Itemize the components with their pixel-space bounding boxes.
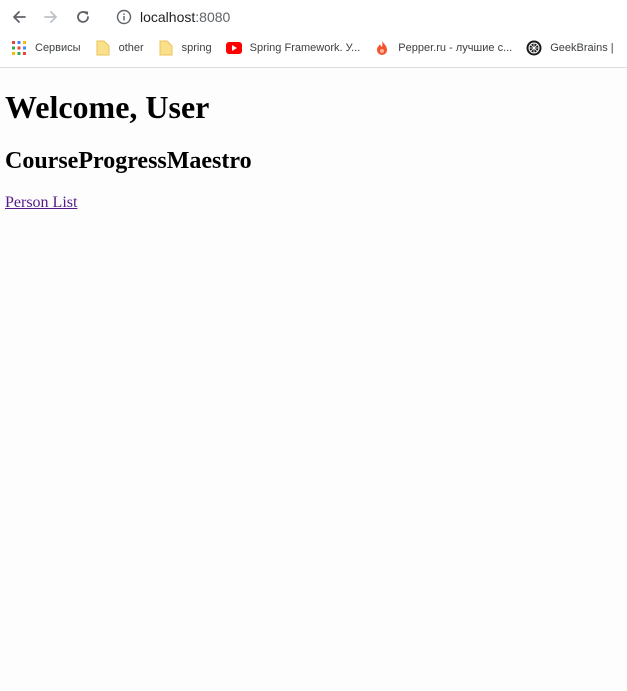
bookmark-label: spring xyxy=(181,42,212,54)
app-name-heading: CourseProgressMaestro xyxy=(5,148,252,174)
bookmark-pepper[interactable]: Pepper.ru - лучшие с... xyxy=(374,36,518,60)
reload-button[interactable] xyxy=(70,4,96,30)
arrow-left-icon xyxy=(13,11,26,23)
forward-button[interactable] xyxy=(38,4,64,30)
apps-grid-icon xyxy=(11,40,27,56)
info-icon[interactable] xyxy=(116,9,132,25)
arrow-right-icon xyxy=(44,11,57,23)
bookmark-label: Pepper.ru - лучшие с... xyxy=(398,42,513,54)
folder-icon xyxy=(95,40,111,56)
bookmark-spring-framework[interactable]: Spring Framework. У... xyxy=(225,36,367,60)
folder-icon xyxy=(158,40,174,56)
bookmark-geekbrains[interactable]: GeekBrains | xyxy=(526,36,619,60)
bookmark-label: Spring Framework. У... xyxy=(249,42,361,54)
page-content: Welcome, User CourseProgressMaestro Pers… xyxy=(0,67,627,691)
address-bar[interactable]: localhost:8080 xyxy=(108,3,627,31)
browser-toolbar: localhost:8080 xyxy=(0,0,627,34)
page-title: Welcome, User xyxy=(5,89,210,125)
url-text: localhost:8080 xyxy=(140,9,230,25)
bookmark-label: GeekBrains | xyxy=(550,42,614,54)
browser-chrome: localhost:8080 Сервисы other spring Spri… xyxy=(0,0,627,68)
person-list-link[interactable]: Person List xyxy=(5,193,77,213)
back-button[interactable] xyxy=(6,4,32,30)
bookmarks-bar: Сервисы other spring Spring Framework. У… xyxy=(0,35,627,61)
bookmark-folder-spring[interactable]: spring xyxy=(158,36,218,60)
url-port: :8080 xyxy=(195,9,231,25)
geekbrains-icon xyxy=(526,40,542,56)
youtube-icon xyxy=(225,40,242,56)
pepper-flame-icon xyxy=(374,40,390,56)
bookmark-label: Сервисы xyxy=(35,42,81,54)
reload-icon xyxy=(77,11,89,23)
bookmark-apps[interactable]: Сервисы xyxy=(11,36,87,60)
bookmark-folder-other[interactable]: other xyxy=(95,36,150,60)
bookmark-label: other xyxy=(118,42,144,54)
url-host: localhost xyxy=(140,9,196,25)
